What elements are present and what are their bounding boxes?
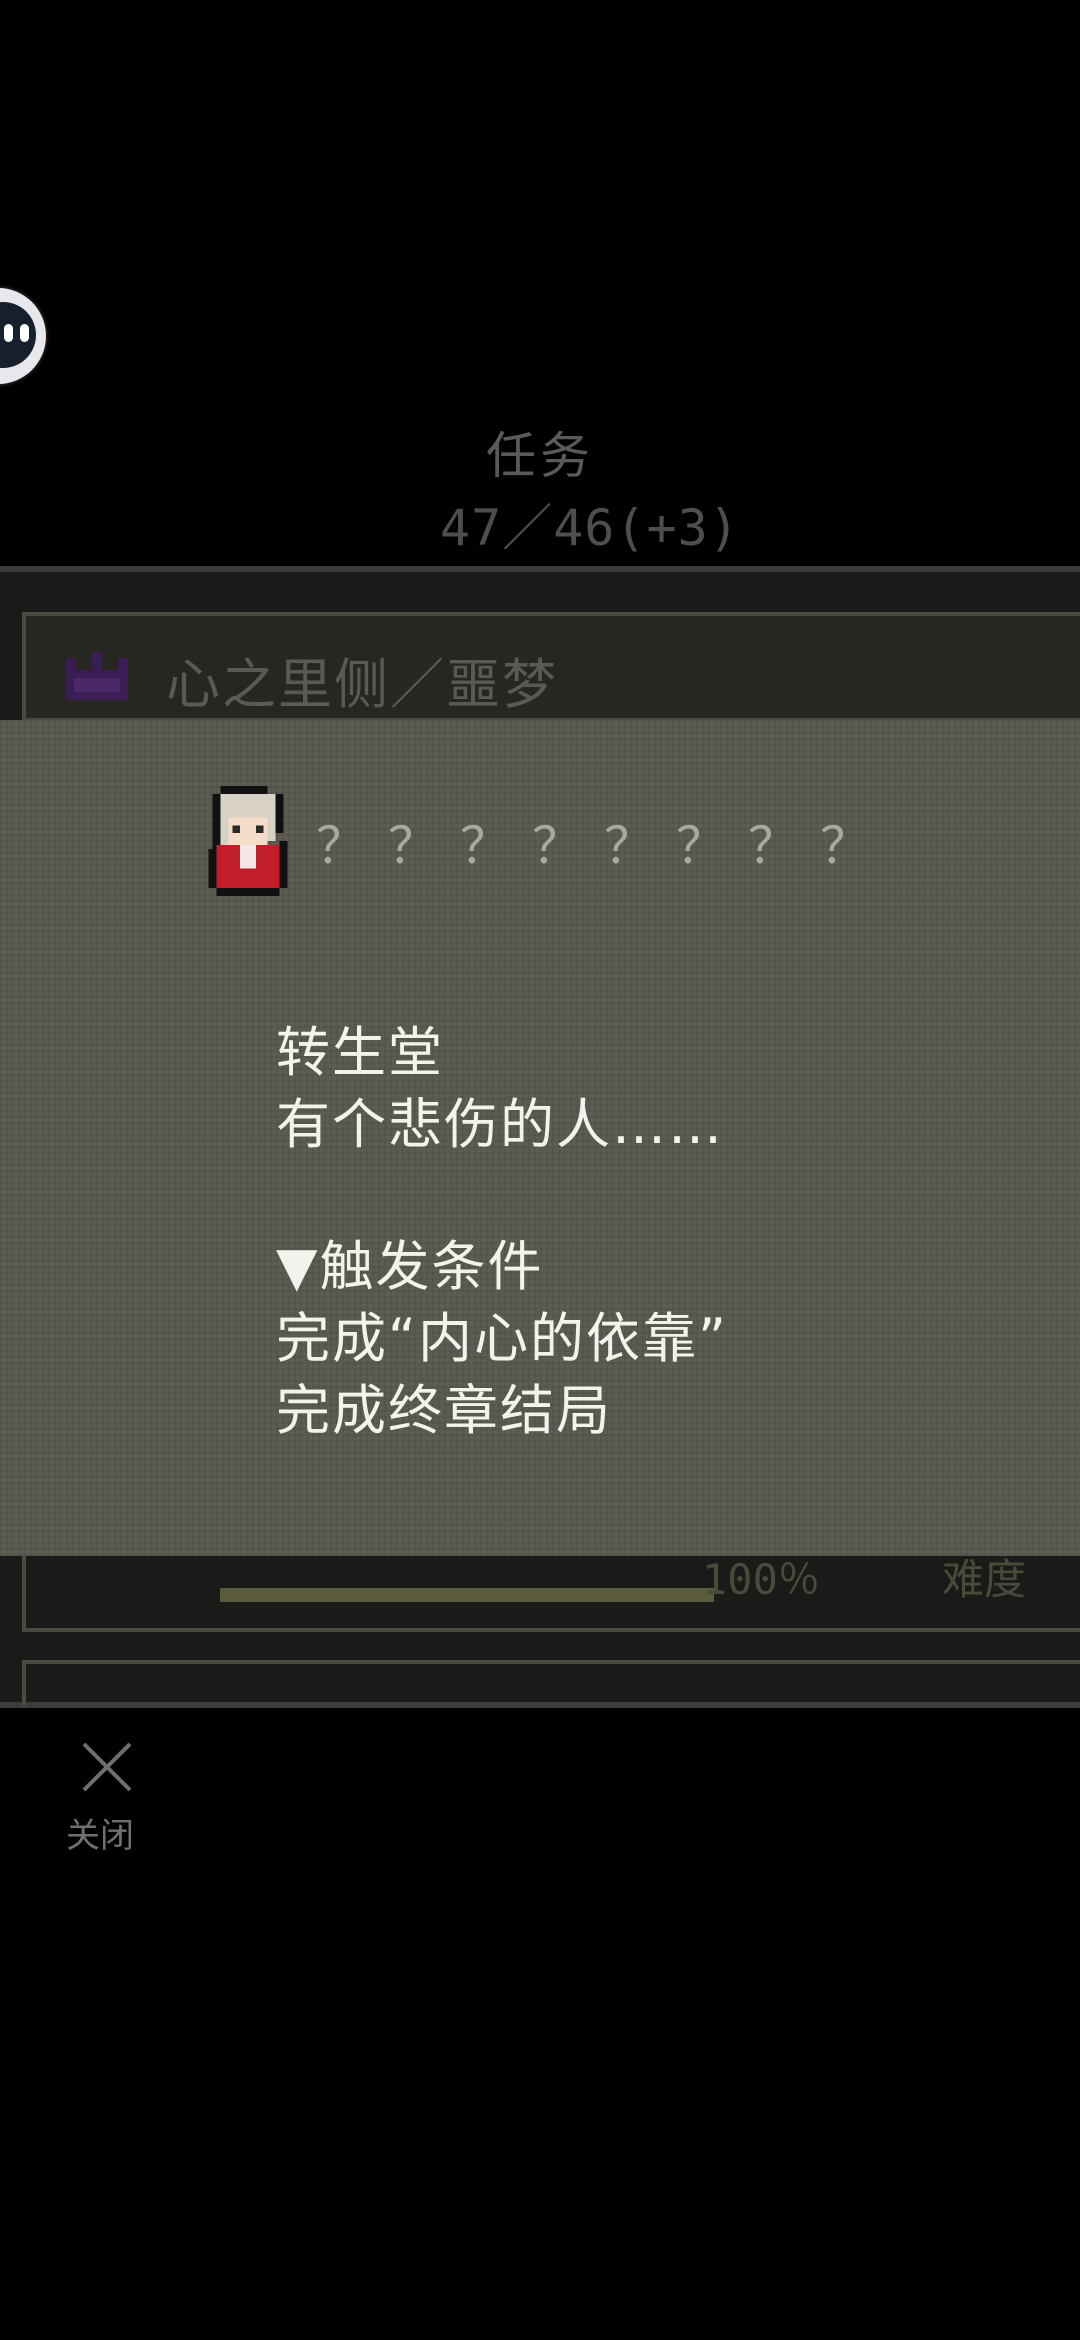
quest-name: ？？？？？？？？ <box>316 817 892 875</box>
quest-detail-modal: ？？？？？？？？ 转生堂 有个悲伤的人…… ▼触发条件 完成“内心的依靠” 完成… <box>0 720 1080 1556</box>
close-icon <box>82 1742 132 1792</box>
close-button[interactable]: 关闭 <box>56 1740 156 1860</box>
game-screen: 任务 47／46(+3) 心之里侧／噩梦 100％ 难度 ？？？？？？？？ 转生… <box>0 0 1080 2340</box>
quest-progress-row: 100％ 难度 <box>22 1552 1080 1632</box>
crown-icon <box>66 652 128 700</box>
quest-count: 47／46(+3) <box>440 499 740 557</box>
close-label: 关闭 <box>66 1816 134 1856</box>
quest-location: 转生堂 <box>276 1021 444 1084</box>
quest-list-item[interactable] <box>22 1660 1080 1706</box>
trigger-condition-2: 完成终章结局 <box>276 1379 612 1442</box>
pixel-girl-avatar <box>208 786 288 896</box>
assistant-face-icon <box>0 302 36 368</box>
quest-list-item[interactable]: 心之里侧／噩梦 <box>22 612 1080 722</box>
quest-description: 有个悲伤的人…… <box>276 1093 724 1156</box>
quest-header-title: 任务 <box>486 427 594 485</box>
trigger-condition-header: ▼触发条件 <box>276 1235 544 1298</box>
progress-bar-fill <box>220 1588 714 1602</box>
floating-assistant-button[interactable] <box>0 288 46 384</box>
progress-bar <box>220 1588 714 1602</box>
trigger-condition-1: 完成“内心的依靠” <box>276 1307 728 1370</box>
quest-list-item-title: 心之里侧／噩梦 <box>166 653 558 716</box>
